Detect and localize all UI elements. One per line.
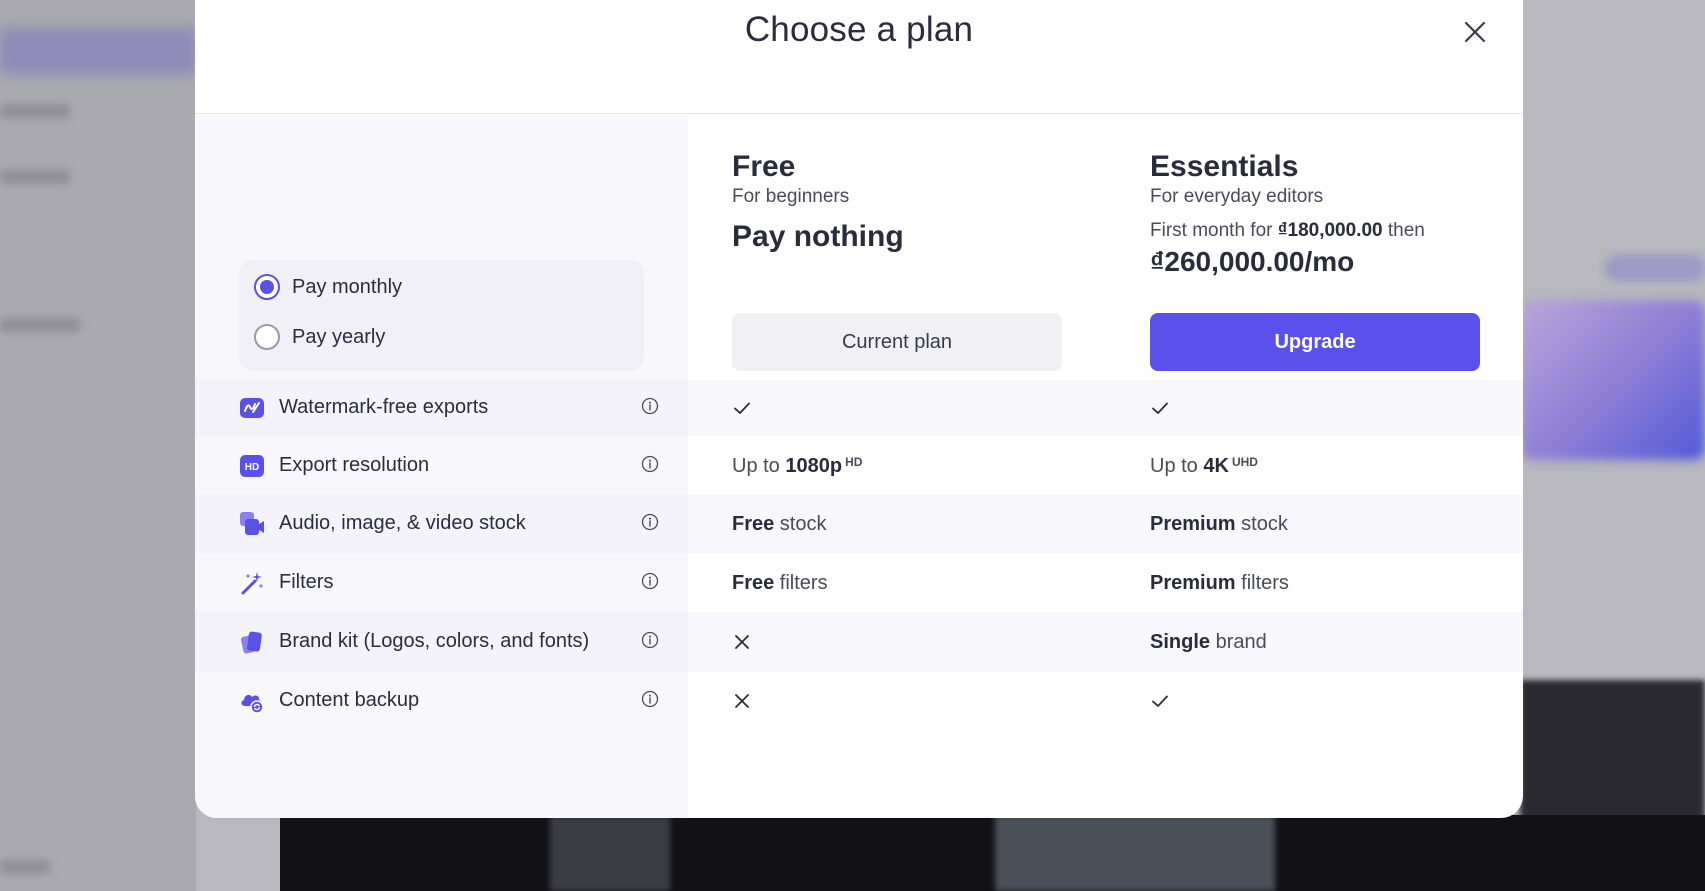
feature-label: Brand kit (Logos, colors, and fonts) [279,630,590,652]
cross-icon [732,691,752,711]
feature-row: Content backup [195,672,1523,730]
resolution-badge: HD [845,454,863,469]
plan-modal: Choose a plan Pay monthly Pay yearly Fre… [195,0,1523,818]
info-icon[interactable] [641,572,659,590]
check-icon [1150,398,1170,418]
info-icon[interactable] [641,513,659,531]
close-icon [1464,21,1486,43]
resolution-badge: UHD [1231,454,1258,469]
check-icon [732,398,752,418]
plan-essentials-value: Single brand [1150,631,1267,653]
feature-row: Audio, image, & video stock Free stock Pre… [195,495,1523,553]
hd-icon: HD [239,453,265,479]
brand-kit-icon [239,629,265,655]
billing-period-selector: Pay monthly Pay yearly [239,260,644,371]
modal-header: Choose a plan [195,0,1523,114]
cross-icon [732,632,752,652]
plan-essentials-price: ₫260,000.00/mo [1150,246,1355,277]
background-sidebar [0,0,196,891]
info-icon[interactable] [641,455,659,473]
feature-label-cell [195,436,688,495]
background-pill [1605,255,1705,281]
plan-free-subtitle: For beginners [732,186,850,207]
plan-free-name: Free [732,150,796,183]
background-text [0,104,70,118]
background-timeline [280,815,1705,891]
watermark-icon [239,395,265,421]
magic-wand-icon [239,570,265,596]
background-text [0,318,80,332]
plan-free-price: Pay nothing [732,220,904,253]
plan-free: Free For beginners Pay nothing [732,150,904,254]
feature-label-cell [195,672,688,730]
plan-essentials-value: Premium filters [1150,571,1289,594]
background-text [0,860,50,874]
cloud-backup-icon [239,688,265,714]
plan-essentials-value: Up to 4K UHD [1150,454,1258,477]
close-button[interactable] [1461,18,1489,46]
current-plan-button[interactable]: Current plan [732,313,1062,371]
feature-row: Watermark-free exports [195,380,1523,436]
feature-label: Audio, image, & video stock [279,512,526,534]
check-icon [1150,691,1170,711]
info-icon[interactable] [641,397,659,415]
pay-yearly-label: Pay yearly [292,325,386,348]
plan-free-value: Up to 1080p HD [732,454,863,477]
pay-yearly-option[interactable]: Pay yearly [254,322,385,352]
plan-free-value: Free filters [732,571,828,594]
feature-row: HD Export resolution Up to 1080p HD Up to 4K… [195,436,1523,495]
plan-essentials-value: Premium stock [1150,513,1288,535]
media-stock-icon [239,511,265,537]
pay-monthly-option[interactable]: Pay monthly [254,272,402,302]
pay-yearly-radio[interactable] [254,324,280,350]
first-month-price: ₫180,000.00 [1277,220,1383,241]
plan-free-value: Free stock [732,513,827,535]
info-icon[interactable] [641,631,659,649]
background-sidebar-selection [0,28,196,74]
feature-label: Watermark-free exports [279,396,489,418]
feature-label: Content backup [279,689,420,711]
pay-monthly-label: Pay monthly [292,275,403,298]
pay-monthly-radio[interactable] [254,274,280,300]
feature-row: Filters Free filters Premium filters [195,553,1523,612]
modal-title: Choose a plan [744,10,974,49]
feature-label-cell [195,553,688,612]
background-text [0,170,70,184]
info-icon[interactable] [641,690,659,708]
feature-row: Brand kit (Logos, colors, and fonts) Sing… [195,612,1523,672]
feature-label: Filters [279,570,334,593]
plan-essentials: Essentials For everyday editors First mo… [1150,150,1425,278]
plan-essentials-first-month: First month for ₫180,000.00 then [1150,220,1425,241]
background-card [1520,300,1705,460]
plan-essentials-name: Essentials [1150,150,1299,183]
upgrade-button[interactable]: Upgrade [1150,313,1480,371]
plan-essentials-subtitle: For everyday editors [1150,186,1324,207]
svg-text:HD: HD [245,462,259,473]
feature-label: Export resolution [279,453,430,476]
